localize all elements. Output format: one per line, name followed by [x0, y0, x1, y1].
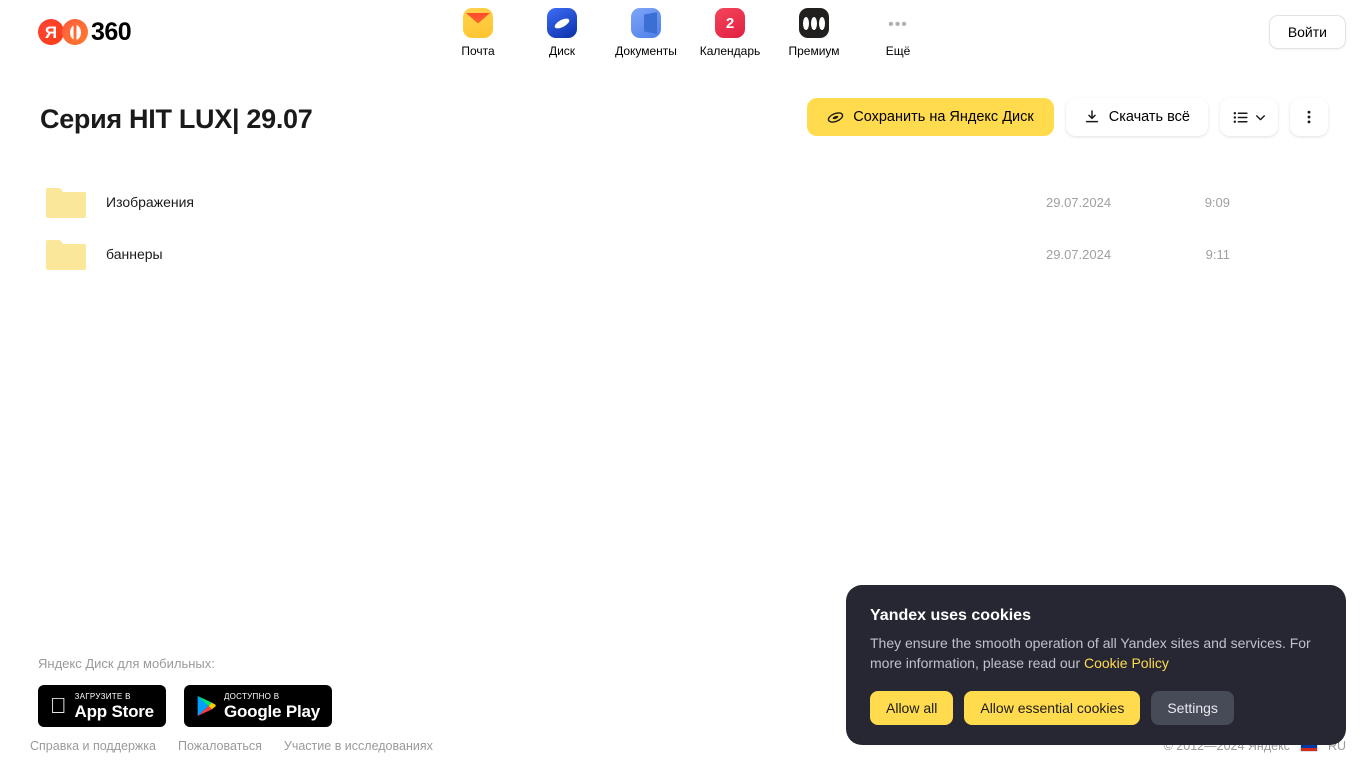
save-to-disk-button[interactable]: Сохранить на Яндекс Диск [807, 98, 1054, 136]
nav-label-disk: Диск [548, 44, 576, 58]
file-name: Изображения [106, 194, 194, 210]
cookie-settings-button[interactable]: Settings [1151, 691, 1234, 725]
footer-link-complain[interactable]: Пожаловаться [178, 739, 262, 753]
file-date: 29.07.2024 [1046, 194, 1112, 210]
store-badges:  Загрузите в App Store Доступно в Googl… [38, 685, 332, 727]
app-store-big-label: App Store [58, 701, 155, 721]
login-button[interactable]: Войти [1268, 15, 1346, 49]
google-play-big-label: Google Play [207, 701, 320, 721]
nav-label-documents: Документы [615, 44, 677, 58]
cookie-policy-link[interactable]: Cookie Policy [1084, 655, 1169, 671]
google-play-badge[interactable]: Доступно в Google Play [183, 685, 332, 727]
nav-item-mail[interactable]: Почта [436, 8, 520, 58]
table-row[interactable]: Изображения 29.07.2024 9:09 [0, 176, 1366, 228]
nav-label-calendar: Календарь [699, 44, 761, 58]
footer-link-research[interactable]: Участие в исследованиях [284, 739, 433, 753]
disk-icon [547, 8, 577, 38]
nav-item-more[interactable]: ••• Ещё [856, 8, 940, 58]
allow-essential-button[interactable]: Allow essential cookies [964, 691, 1141, 725]
file-list: Изображения 29.07.2024 9:09 баннеры 29.0… [0, 176, 1366, 280]
footer-link-support[interactable]: Справка и поддержка [30, 739, 156, 753]
kebab-menu-icon [1307, 110, 1311, 124]
more-options-button[interactable] [1290, 98, 1328, 136]
page-title: Серия HIT LUX| 29.07 [40, 104, 313, 134]
file-date: 29.07.2024 [1046, 246, 1112, 262]
logo-360-text: 360 [91, 18, 132, 46]
table-row[interactable]: баннеры 29.07.2024 9:11 [0, 228, 1366, 280]
toolbar-actions: Сохранить на Яндекс Диск Скачать всё [807, 98, 1328, 136]
google-play-icon [197, 696, 216, 716]
list-view-icon [1233, 111, 1248, 123]
view-mode-button[interactable] [1220, 98, 1278, 136]
nav-label-premium: Премиум [788, 44, 840, 58]
footer-links: Справка и поддержка Пожаловаться Участие… [30, 739, 433, 753]
premium-icon [799, 8, 829, 38]
app-store-small-label: Загрузите в [58, 691, 131, 701]
more-icon: ••• [888, 16, 908, 33]
cookie-consent-dialog: Yandex uses cookies They ensure the smoo… [846, 585, 1346, 745]
title-bar: Серия HIT LUX| 29.07 Сохранить на Яндекс… [0, 96, 1366, 144]
mobile-apps-promo: Яндекс Диск для мобильных:  Загрузите в… [38, 655, 332, 727]
file-name: баннеры [106, 246, 163, 262]
download-icon [1085, 110, 1098, 123]
cookie-dialog-buttons: Allow all Allow essential cookies Settin… [870, 691, 1322, 725]
cookie-dialog-text: They ensure the smooth operation of all … [870, 633, 1322, 673]
yandex-disk-icon [827, 111, 844, 123]
calendar-icon: 2 [715, 8, 745, 38]
nav-label-more: Ещё [885, 44, 911, 58]
yandex-360-logo[interactable]: Я 360 [38, 18, 132, 46]
top-header: Я 360 Почта Диск Документы 2 Календарь П… [0, 0, 1366, 64]
yandex-360-ring-icon [62, 19, 88, 45]
google-play-small-label: Доступно в [207, 691, 279, 701]
yandex-ya-icon: Я [38, 19, 64, 45]
nav-item-calendar[interactable]: 2 Календарь [688, 8, 772, 58]
download-all-button[interactable]: Скачать всё [1065, 98, 1208, 136]
nav-item-documents[interactable]: Документы [604, 8, 688, 58]
folder-icon [46, 188, 86, 218]
documents-icon [631, 8, 661, 38]
mail-icon [463, 8, 493, 38]
file-time: 9:11 [1205, 246, 1230, 262]
app-store-badge[interactable]:  Загрузите в App Store [38, 685, 166, 727]
folder-icon [46, 240, 86, 270]
apple-icon:  [50, 695, 67, 717]
cookie-dialog-title: Yandex uses cookies [870, 607, 1031, 624]
allow-all-button[interactable]: Allow all [870, 691, 954, 725]
chevron-down-icon [1255, 114, 1265, 120]
file-time: 9:09 [1204, 194, 1230, 210]
nav-item-premium[interactable]: Премиум [772, 8, 856, 58]
service-nav: Почта Диск Документы 2 Календарь Премиум… [436, 8, 940, 58]
download-all-label: Скачать всё [1108, 109, 1190, 125]
nav-item-disk[interactable]: Диск [520, 8, 604, 58]
save-to-disk-label: Сохранить на Яндекс Диск [853, 109, 1034, 125]
mobile-promo-label: Яндекс Диск для мобильных: [38, 656, 215, 671]
nav-label-mail: Почта [461, 44, 495, 58]
